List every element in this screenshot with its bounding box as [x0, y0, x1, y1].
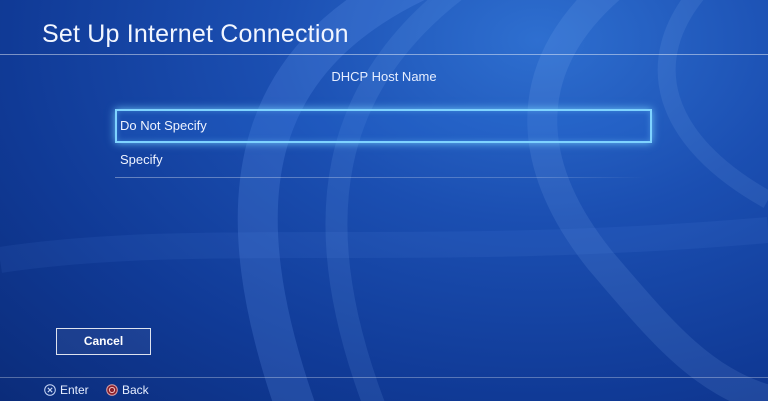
page-title: Set Up Internet Connection [42, 20, 349, 48]
option-specify[interactable]: Specify [115, 143, 652, 177]
back-hint: Back [106, 382, 149, 398]
section-title: DHCP Host Name [331, 69, 437, 84]
enter-hint: Enter [44, 382, 89, 398]
enter-hint-label: Enter [60, 383, 89, 397]
header-divider [0, 54, 768, 55]
cross-button-icon [44, 384, 56, 396]
back-hint-label: Back [122, 383, 149, 397]
footer-divider [0, 377, 768, 378]
cancel-button[interactable]: Cancel [56, 328, 151, 355]
options-divider [115, 177, 645, 178]
circle-button-icon [106, 384, 118, 396]
option-do-not-specify[interactable]: Do Not Specify [115, 109, 652, 143]
